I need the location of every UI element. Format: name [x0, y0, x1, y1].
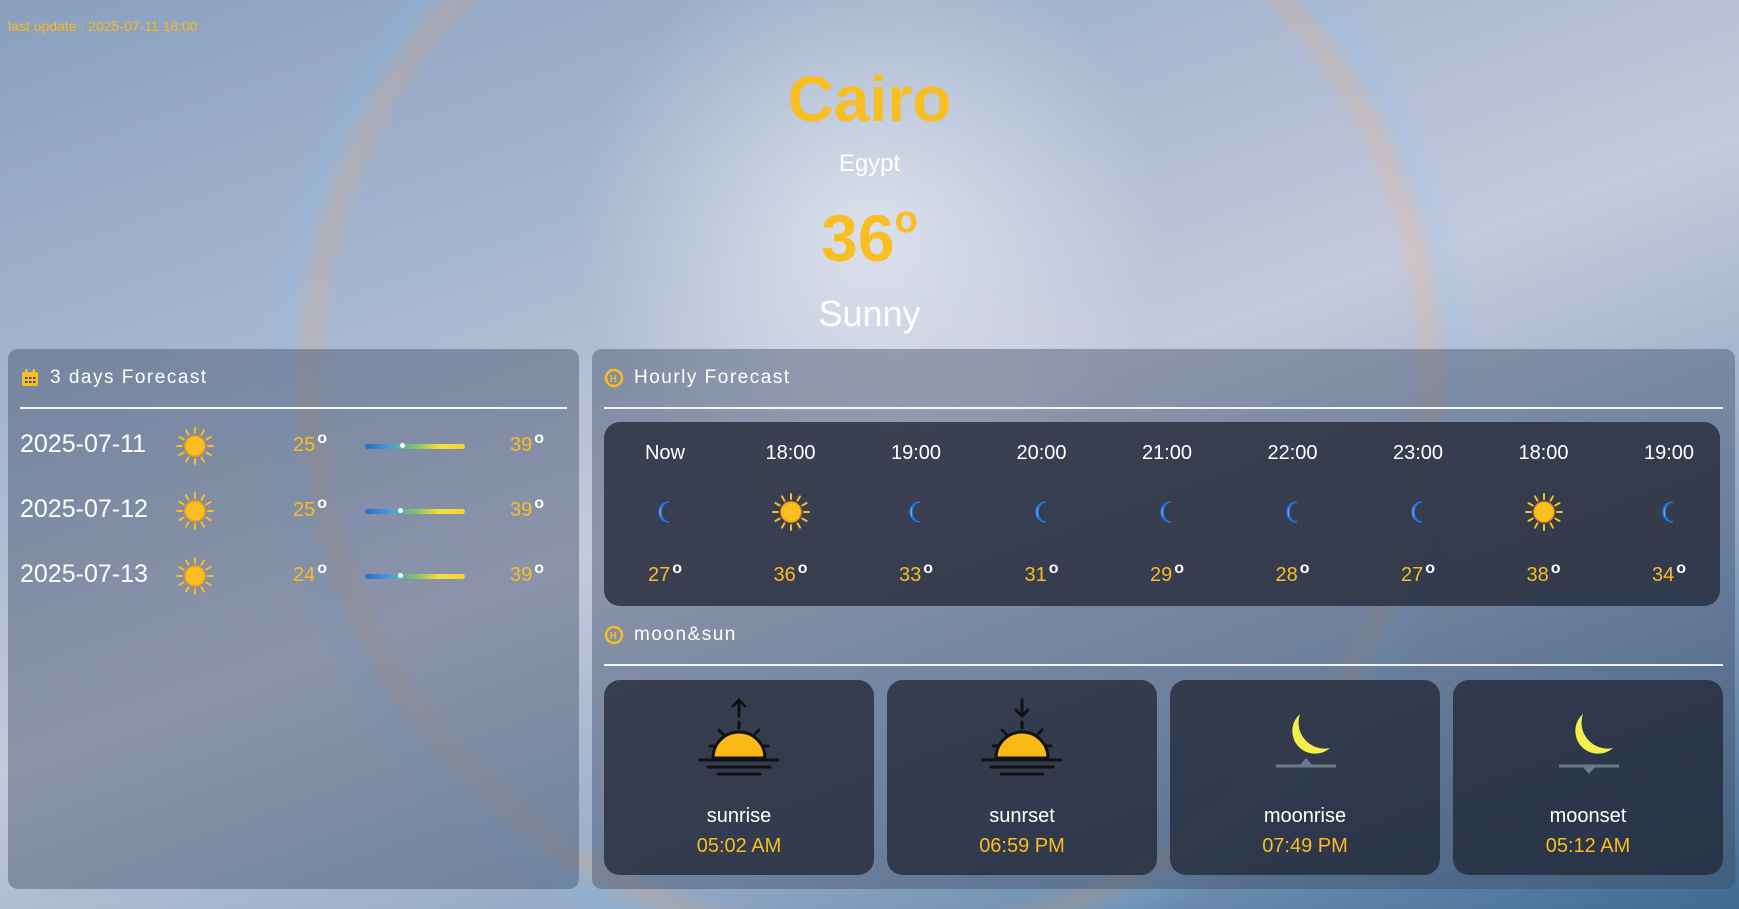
forecast-day-row: 2025-07-13 24 o 39 o: [20, 552, 560, 602]
moon-icon: [1147, 492, 1187, 532]
hour-time: 19:00: [890, 442, 942, 464]
hourly-header: H Hourly Forecast: [604, 349, 1723, 409]
sun-icon: [175, 426, 215, 466]
hour-time: 19:00: [1643, 442, 1695, 464]
last-update-text: last update : 2025-07-11 18:00: [8, 18, 198, 34]
svg-text:H: H: [610, 631, 619, 642]
forecast-header: 3 days Forecast: [20, 349, 567, 409]
hour-time: 21:00: [1141, 442, 1193, 464]
astro-title: moon&sun: [634, 624, 737, 645]
astro-header: H moon&sun: [604, 606, 1723, 666]
sun-icon: [771, 492, 811, 532]
astro-time: 06:59 PM: [979, 835, 1065, 857]
forecast-title: 3 days Forecast: [50, 367, 208, 388]
forecast-date: 2025-07-12: [20, 495, 148, 523]
hour-time: 18:00: [1518, 442, 1569, 464]
astro-header-icon: H: [604, 625, 624, 645]
current-temperature: 36o: [0, 199, 1739, 276]
sun-icon: [175, 556, 215, 596]
hour-temp: 28 o: [1275, 560, 1310, 586]
moonrise-icon: [1260, 696, 1350, 786]
calendar-icon: [22, 369, 38, 386]
forecast-date: 2025-07-11: [20, 430, 147, 458]
hour-temp: 29 o: [1149, 560, 1185, 586]
moonset-icon: [1543, 696, 1633, 786]
forecast-max-temp: 39 o: [510, 560, 545, 586]
moon-icon: [896, 492, 936, 532]
temp-range-marker: [398, 573, 403, 578]
forecast-day-row: 2025-07-12 25 o 39 o: [20, 487, 560, 537]
hour-time: 23:00: [1392, 442, 1444, 464]
hour-temp: 33 o: [898, 560, 934, 586]
forecast-max-temp: 39 o: [510, 430, 545, 456]
hour-temp: 31 o: [1024, 560, 1059, 586]
hour-temp: 27 o: [1400, 560, 1436, 586]
forecast-date: 2025-07-13: [20, 560, 148, 588]
current-condition: Sunny: [818, 293, 921, 334]
astro-card-sunrset: sunrset 06:59 PM: [887, 680, 1157, 875]
moon-icon: [1273, 492, 1313, 532]
temp-range-bar: [365, 443, 465, 449]
forecast-min-temp: 25 o: [293, 495, 328, 521]
temp-range-marker: [398, 508, 403, 513]
moon-icon: [645, 492, 685, 532]
astro-card-sunrise: sunrise 05:02 AM: [604, 680, 874, 875]
hour-temp: 36 o: [773, 560, 808, 586]
current-temp-value: 36: [821, 201, 895, 275]
hour-time: 22:00: [1267, 442, 1318, 464]
moon-icon: [1022, 492, 1062, 532]
degree-symbol: o: [894, 199, 918, 241]
svg-text:H: H: [610, 374, 619, 385]
hourly-panel: H Hourly Forecast Now 27 o 18:00 36 o 19:00 33 o…: [592, 349, 1735, 889]
astro-time: 05:02 AM: [696, 835, 782, 857]
astro-label: moonset: [1549, 805, 1627, 827]
astro-label: moonrise: [1263, 805, 1347, 827]
sun-icon: [175, 491, 215, 531]
forecast-max-temp: 39 o: [510, 495, 545, 521]
astro-label: sunrise: [706, 805, 772, 827]
hourly-list: Now 27 o 18:00 36 o 19:00 33 o 20:00 31 o 21:00 29 o 22…: [604, 422, 1720, 606]
hour-time: 20:00: [1016, 442, 1067, 464]
hour-time: Now: [644, 442, 685, 464]
forecast-day-row: 2025-07-11 25 o 39 o: [20, 422, 560, 472]
hourly-icon: H: [604, 368, 624, 388]
temp-range-marker: [400, 443, 405, 448]
astro-time: 05:12 AM: [1545, 835, 1631, 857]
forecast-min-temp: 24 o: [293, 560, 328, 586]
hour-temp: 27 o: [647, 560, 683, 586]
astro-time: 07:49 PM: [1262, 835, 1348, 857]
hour-temp: 34 o: [1651, 560, 1687, 586]
moon-icon: [1398, 492, 1438, 532]
forecast-panel: 3 days Forecast 2025-07-11 25 o 39 o 2025-07-…: [8, 349, 579, 889]
city-name: Cairo: [787, 63, 952, 135]
astro-card-moonrise: moonrise 07:49 PM: [1170, 680, 1440, 875]
sun-icon: [1524, 492, 1564, 532]
sunset-icon: [977, 696, 1067, 786]
astro-label: sunrset: [989, 805, 1055, 827]
forecast-min-temp: 25 o: [293, 430, 328, 456]
hour-time: 18:00: [765, 442, 816, 464]
astro-card-moonset: moonset 05:12 AM: [1453, 680, 1723, 875]
hourly-title: Hourly Forecast: [634, 367, 791, 388]
sunrise-icon: [694, 696, 784, 786]
moon-icon: [1649, 492, 1689, 532]
temp-range-bar: [365, 573, 465, 579]
country-name: Egypt: [838, 150, 901, 177]
hour-temp: 38 o: [1526, 560, 1561, 586]
temp-range-bar: [365, 508, 465, 514]
